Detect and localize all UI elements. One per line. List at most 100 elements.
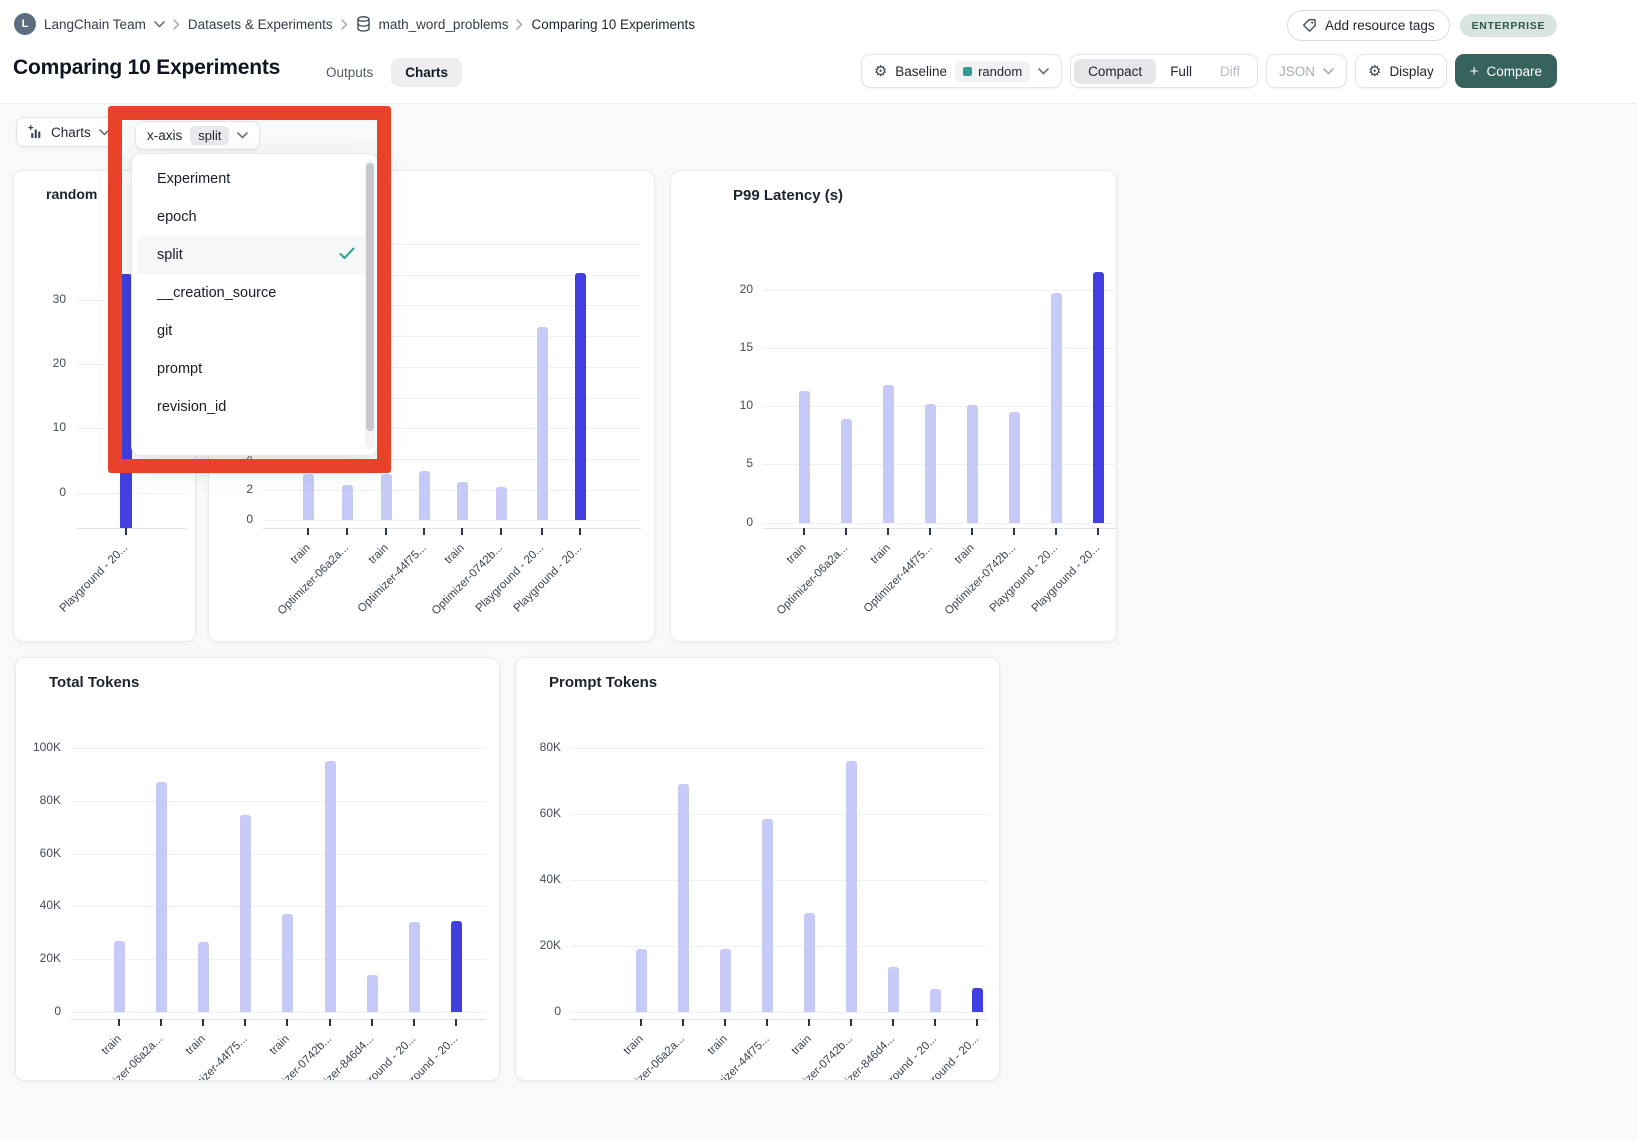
dropdown-item-label: split: [157, 247, 183, 263]
x-axis-tick: [500, 528, 502, 535]
dropdown-item-epoch[interactable]: epoch: [137, 198, 373, 236]
x-axis-tick: [125, 528, 127, 535]
y-axis-tick-label: 0: [671, 515, 753, 529]
bar: [636, 949, 647, 1012]
bar: [925, 404, 936, 523]
gridline: [571, 748, 986, 749]
y-axis-tick-label: 80K: [516, 740, 561, 754]
x-axis-category-label: train: [288, 542, 312, 566]
tab-outputs[interactable]: Outputs: [312, 58, 387, 87]
x-axis-tick: [929, 528, 931, 535]
x-axis-category-label: Optimizer-06a2a...: [90, 1033, 165, 1081]
y-axis-tick-label: 20K: [516, 938, 561, 952]
x-axis-tick: [1013, 528, 1015, 535]
bar: [367, 975, 378, 1012]
x-axis-tick: [286, 1019, 288, 1026]
bar: [841, 419, 852, 523]
x-axis-tick: [461, 528, 463, 535]
y-axis-tick-label: 20: [671, 282, 753, 296]
mode-compact[interactable]: Compact: [1074, 59, 1156, 84]
breadcrumb-dataset[interactable]: math_word_problems: [379, 17, 509, 32]
gridline: [571, 880, 986, 881]
x-axis-tick: [971, 528, 973, 535]
tab-charts[interactable]: Charts: [391, 58, 462, 87]
chart-title: P99 Latency (s): [733, 187, 843, 204]
baseline-selector[interactable]: ⚙ Baseline random: [861, 54, 1062, 88]
x-axis-category-label: train: [267, 1033, 291, 1057]
y-axis-tick-label: 5: [671, 456, 753, 470]
json-selector[interactable]: JSON: [1266, 54, 1347, 88]
chart-card-total-tokens: Total Tokens 020K40K60K80K100KtrainOptim…: [15, 657, 500, 1081]
chevron-down-icon[interactable]: [154, 21, 165, 28]
x-axis-category-label: train: [705, 1033, 729, 1057]
x-axis-category-label: train: [784, 542, 808, 566]
bar: [282, 914, 293, 1012]
view-mode-segmented: Compact Full Diff: [1070, 54, 1258, 88]
x-axis-tick: [724, 1019, 726, 1026]
dropdown-item-prompt[interactable]: prompt: [137, 350, 373, 388]
baseline-color-swatch: [963, 67, 972, 76]
dropdown-item-split[interactable]: split: [137, 236, 373, 274]
x-axis-category-label: Optimizer-44f75...: [698, 1033, 771, 1081]
breadcrumb-current: Comparing 10 Experiments: [531, 17, 695, 32]
bar: [114, 941, 125, 1012]
bar: [419, 471, 430, 520]
y-axis-tick-label: 60K: [516, 806, 561, 820]
baseline-value-chip: random: [955, 61, 1030, 82]
dropdown-item--creation-source[interactable]: __creation_source: [137, 274, 373, 312]
bar: [846, 761, 857, 1012]
mode-full[interactable]: Full: [1156, 59, 1206, 84]
gear-icon: ⚙: [874, 64, 887, 79]
dropdown-scrollbar-thumb[interactable]: [366, 163, 374, 431]
bar: [303, 474, 314, 520]
breadcrumb-team[interactable]: LangChain Team: [44, 17, 146, 32]
checkmark-icon: [339, 247, 355, 264]
bar: [967, 405, 978, 523]
xaxis-dropdown: Experimentepoch split __creation_sourcegit…: [131, 153, 379, 456]
x-axis-tick: [579, 528, 581, 535]
x-axis-tick: [892, 1019, 894, 1026]
bar: [381, 474, 392, 520]
gridline: [71, 906, 486, 907]
chart-card-p99-latency: P99 Latency (s) 05101520trainOptimizer-0…: [670, 170, 1117, 642]
dropdown-item-experiment[interactable]: Experiment: [137, 160, 373, 198]
y-axis-tick-label: 0: [16, 1004, 61, 1018]
x-axis-category-label: Optimizer-0742b...: [943, 542, 1018, 617]
bar: [720, 949, 731, 1012]
x-axis-tick: [455, 1019, 457, 1026]
x-axis-category-label: Optimizer-06a2a...: [612, 1033, 687, 1081]
breadcrumb-datasets-experiments[interactable]: Datasets & Experiments: [188, 17, 333, 32]
y-axis-tick-label: 100K: [16, 740, 61, 754]
x-axis-category-label: Optimizer-44f75...: [355, 542, 428, 615]
bar: [799, 391, 810, 523]
dropdown-item-label: prompt: [157, 361, 202, 377]
bar: [804, 913, 815, 1012]
display-button[interactable]: ⚙ Display: [1355, 54, 1447, 88]
gridline: [763, 406, 1117, 407]
y-axis-tick-label: 40K: [516, 872, 561, 886]
y-axis-tick-label: 15: [671, 340, 753, 354]
mode-diff[interactable]: Diff: [1206, 59, 1254, 84]
x-axis-tick: [160, 1019, 162, 1026]
x-axis-tick: [413, 1019, 415, 1026]
bar-baseline: [575, 273, 586, 520]
gridline: [571, 946, 986, 947]
gridline: [763, 464, 1117, 465]
y-axis-tick-label: 40K: [16, 898, 61, 912]
breadcrumb-separator-icon: [341, 19, 348, 30]
charts-menu-button[interactable]: Charts: [16, 117, 122, 147]
xaxis-selector-button[interactable]: x-axis split: [135, 121, 260, 150]
compare-button[interactable]: + Compare: [1455, 54, 1557, 88]
dropdown-item-git[interactable]: git: [137, 312, 373, 350]
tag-icon: [1302, 18, 1317, 33]
charts-menu-label: Charts: [51, 125, 91, 140]
team-avatar[interactable]: L: [14, 13, 36, 35]
y-axis-tick-label: 10: [671, 398, 753, 412]
y-axis-tick-label: 10: [14, 420, 66, 434]
y-axis-tick-label: 60K: [16, 846, 61, 860]
add-resource-tags-button[interactable]: Add resource tags: [1287, 10, 1450, 41]
x-axis-category-label: train: [183, 1033, 207, 1057]
x-axis-category-label: Optimizer-06a2a...: [775, 542, 850, 617]
dropdown-item-revision-id[interactable]: revision_id: [137, 388, 373, 426]
bar: [678, 784, 689, 1012]
